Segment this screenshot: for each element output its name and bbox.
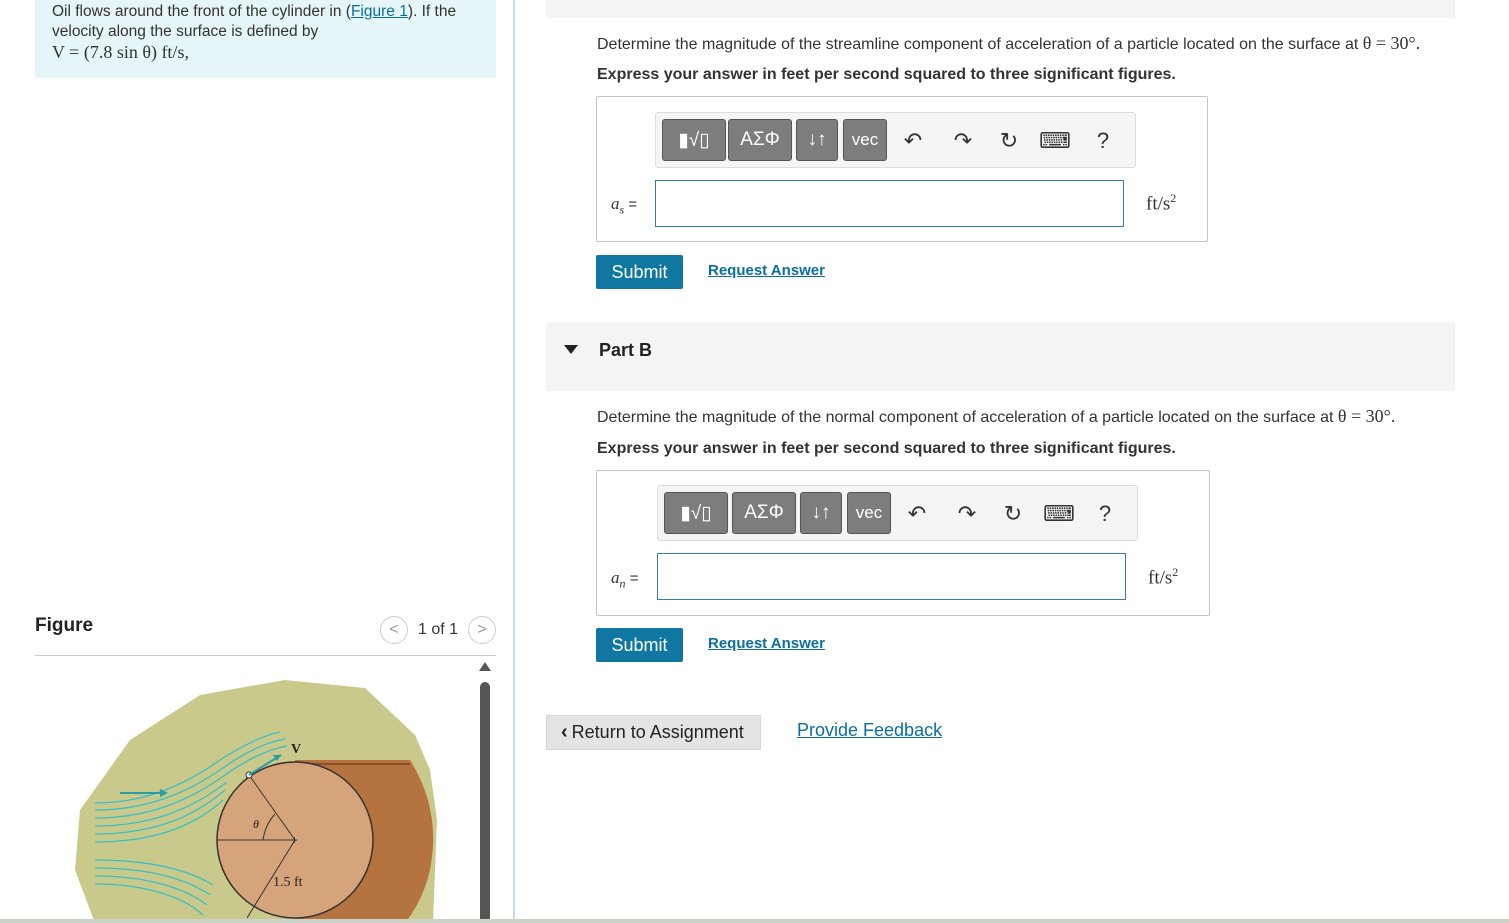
part-b-var-sub: n	[619, 576, 626, 591]
scroll-thumb[interactable]	[480, 682, 490, 923]
part-b-unit: ft/s2	[1148, 565, 1178, 589]
redo-icon[interactable]: ↷	[952, 500, 982, 528]
part-a-unit-exp: 2	[1170, 191, 1177, 205]
part-b-answer-input[interactable]	[657, 553, 1126, 600]
part-b-request-answer-link[interactable]: Request Answer	[708, 635, 825, 652]
pager-count: 1 of 1	[417, 621, 458, 638]
part-b-header[interactable]: Part B	[546, 322, 1455, 391]
panel-divider	[513, 0, 515, 923]
return-to-assignment-button[interactable]: ‹ Return to Assignment	[546, 715, 761, 750]
part-b-unit-exp: 2	[1172, 565, 1179, 579]
part-b-angle: θ = 30°.	[1337, 406, 1396, 426]
reset-icon[interactable]: ↻	[998, 500, 1028, 528]
theta-label: θ	[253, 817, 259, 831]
templates-button[interactable]: ▮√▯	[664, 492, 728, 534]
part-b-instruction: Express your answer in feet per second s…	[597, 440, 1176, 457]
part-a-unit-text: ft/s	[1146, 193, 1171, 215]
part-b-toolbar: ▮√▯ ΑΣΦ ↓↑ vec ↶ ↷ ↻ ⌨ ?	[657, 485, 1138, 541]
part-b-equals: =	[629, 570, 639, 587]
part-a-var-sub: s	[619, 202, 625, 217]
problem-statement: Oil flows around the front of the cylind…	[35, 0, 496, 78]
part-a-answer-input[interactable]	[655, 180, 1124, 227]
collapse-caret-icon[interactable]	[564, 345, 578, 354]
reset-icon[interactable]: ↻	[994, 127, 1024, 155]
bottom-bar	[0, 919, 1509, 923]
help-icon[interactable]: ?	[1090, 500, 1120, 528]
part-b-title: Part B	[599, 340, 653, 360]
part-a-header-strip	[546, 0, 1455, 18]
next-figure-button[interactable]: >	[468, 616, 496, 644]
figure-pager: < 1 of 1 >	[379, 616, 496, 644]
part-a-question: Determine the magnitude of the streamlin…	[597, 33, 1420, 54]
help-icon[interactable]: ?	[1088, 127, 1118, 155]
part-a-request-answer-link[interactable]: Request Answer	[708, 262, 825, 279]
part-b-var: a	[611, 568, 620, 587]
provide-feedback-link[interactable]: Provide Feedback	[797, 720, 942, 741]
velocity-equation: V = (7.8 sin θ) ft/s,	[52, 42, 189, 62]
keyboard-icon[interactable]: ⌨	[1039, 127, 1071, 155]
velocity-label: V	[291, 742, 301, 757]
return-label: Return to Assignment	[571, 722, 744, 742]
subscript-button[interactable]: ↓↑	[796, 119, 838, 161]
part-a-variable-label: as =	[611, 194, 637, 217]
part-b-question: Determine the magnitude of the normal co…	[597, 406, 1395, 427]
prev-figure-button[interactable]: <	[379, 616, 408, 644]
chevron-left-icon: ‹	[561, 721, 568, 743]
keyboard-icon[interactable]: ⌨	[1043, 500, 1075, 528]
undo-icon[interactable]: ↶	[902, 500, 932, 528]
redo-icon[interactable]: ↷	[948, 127, 978, 155]
part-b-question-text: Determine the magnitude of the normal co…	[597, 409, 1334, 426]
part-b-unit-text: ft/s	[1148, 567, 1173, 589]
part-a-toolbar: ▮√▯ ΑΣΦ ↓↑ vec ↶ ↷ ↻ ⌨ ?	[655, 112, 1136, 168]
problem-text-before: Oil flows around the front of the cylind…	[52, 3, 351, 20]
part-a-angle: θ = 30°.	[1362, 33, 1421, 53]
figure-image: V θ 1.5 ft +	[35, 660, 480, 923]
center-mark: +	[291, 833, 298, 847]
figure-header: Figure < 1 of 1 >	[35, 612, 496, 656]
subscript-button[interactable]: ↓↑	[800, 492, 842, 534]
figure-title: Figure	[35, 615, 94, 636]
part-a-instruction: Express your answer in feet per second s…	[597, 66, 1176, 83]
part-b-variable-label: an =	[611, 568, 639, 591]
scroll-up-arrow[interactable]	[479, 662, 491, 671]
part-a-equals: =	[628, 196, 638, 213]
figure-link[interactable]: Figure 1	[351, 3, 408, 20]
cylinder-flow-diagram: V θ 1.5 ft +	[75, 680, 437, 923]
vector-button[interactable]: vec	[843, 119, 887, 161]
vector-button[interactable]: vec	[847, 492, 891, 534]
part-a-question-text: Determine the magnitude of the streamlin…	[597, 36, 1359, 53]
undo-icon[interactable]: ↶	[898, 127, 928, 155]
templates-button[interactable]: ▮√▯	[662, 119, 726, 161]
figure-scrollbar[interactable]	[479, 662, 491, 923]
greek-symbols-button[interactable]: ΑΣΦ	[732, 492, 796, 534]
part-a-var: a	[611, 194, 620, 213]
part-b-submit-button[interactable]: Submit	[596, 628, 683, 662]
part-a-unit: ft/s2	[1146, 191, 1176, 215]
radius-label: 1.5 ft	[273, 875, 303, 890]
part-a-submit-button[interactable]: Submit	[596, 255, 683, 289]
greek-symbols-button[interactable]: ΑΣΦ	[728, 119, 792, 161]
